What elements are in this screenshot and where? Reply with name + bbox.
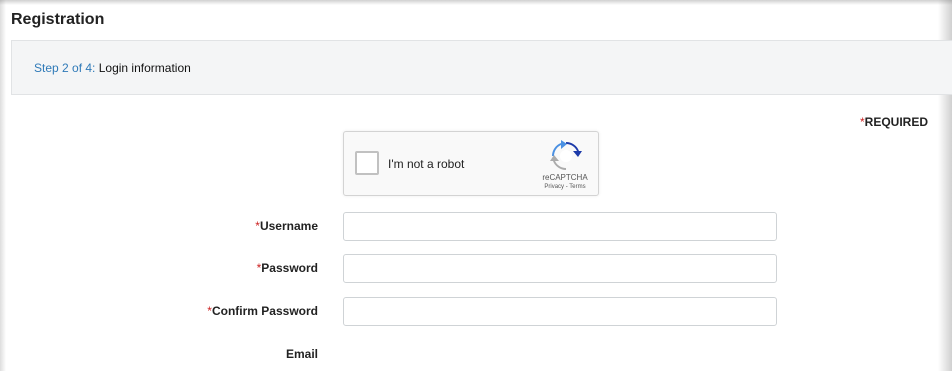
username-input[interactable]	[343, 212, 777, 241]
recaptcha-checkbox[interactable]	[355, 151, 379, 175]
username-label: *Username	[0, 219, 318, 233]
password-label: *Password	[0, 261, 318, 275]
recaptcha-brand: reCAPTCHA	[542, 173, 588, 182]
step-indicator: Step 2 of 4: Login information	[34, 61, 191, 75]
recaptcha-widget: I'm not a robot reCAPTCHA Privacy - Term…	[343, 131, 599, 196]
password-label-text: Password	[261, 261, 318, 275]
required-note: *REQUIRED	[860, 115, 928, 129]
recaptcha-logo-icon	[550, 140, 582, 170]
recaptcha-privacy-terms-link[interactable]: Privacy - Terms	[530, 184, 600, 190]
password-input[interactable]	[343, 254, 777, 283]
username-label-text: Username	[259, 219, 318, 233]
confirm-password-label: *Confirm Password	[0, 304, 318, 318]
window-shadow-top	[0, 0, 952, 5]
confirm-password-input[interactable]	[343, 297, 777, 326]
registration-page: Registration Step 2 of 4: Login informat…	[0, 0, 952, 371]
email-label-text: Email	[285, 347, 318, 361]
step-count: Step 2 of 4:	[34, 61, 96, 75]
confirm-password-label-text: Confirm Password	[211, 304, 318, 318]
required-text: REQUIRED	[864, 115, 929, 129]
step-indicator-bar: Step 2 of 4: Login information	[11, 40, 952, 95]
step-title: Login information	[98, 61, 191, 75]
recaptcha-label: I'm not a robot	[388, 157, 465, 171]
email-label: Email	[0, 347, 318, 361]
page-title: Registration	[11, 11, 105, 28]
